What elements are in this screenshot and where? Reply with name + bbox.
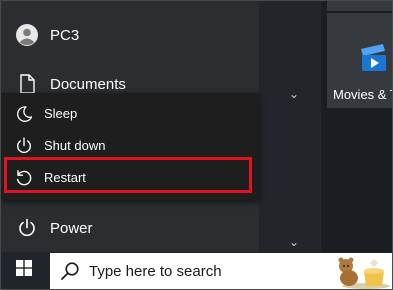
power-icon <box>13 135 35 157</box>
documents-label: Documents <box>50 75 126 93</box>
power-options-menu: Sleep Shut down Restart <box>1 93 259 200</box>
user-name: PC3 <box>50 26 80 44</box>
taskbar-search-box[interactable]: Type here to search <box>50 253 392 289</box>
search-icon <box>60 261 80 286</box>
shut-down-label: Shut down <box>44 138 106 153</box>
sleep-option[interactable]: Sleep <box>1 98 259 129</box>
chevron-down-icon[interactable]: ⌄ <box>289 87 299 101</box>
start-button[interactable] <box>1 252 47 289</box>
power-label: Power <box>50 219 93 237</box>
movies-tile[interactable]: Movies & T <box>327 13 393 108</box>
power-icon <box>15 216 39 240</box>
chevron-down-icon[interactable]: ⌄ <box>289 235 299 249</box>
user-avatar-icon <box>15 23 39 47</box>
movies-tile-label: Movies & T <box>333 87 393 102</box>
tiles-area: Movies & T <box>321 1 393 252</box>
app-list-area: ⌄ ⌄ <box>259 1 321 252</box>
restart-highlight-box <box>4 157 252 193</box>
movies-tv-icon <box>357 41 389 78</box>
search-placeholder: Type here to search <box>89 263 222 280</box>
moon-icon <box>13 103 35 125</box>
tile[interactable] <box>327 1 392 11</box>
search-highlight-illustration-icon <box>332 253 390 289</box>
screen: PC3 Documents Power ⌄ ⌄ Movies & T Sleep… <box>0 0 393 290</box>
windows-logo-icon <box>16 260 32 281</box>
user-account-button[interactable]: PC3 <box>1 11 259 59</box>
sleep-label: Sleep <box>44 106 78 121</box>
power-button[interactable]: Power <box>1 204 259 252</box>
taskbar: Type here to search <box>1 252 392 289</box>
